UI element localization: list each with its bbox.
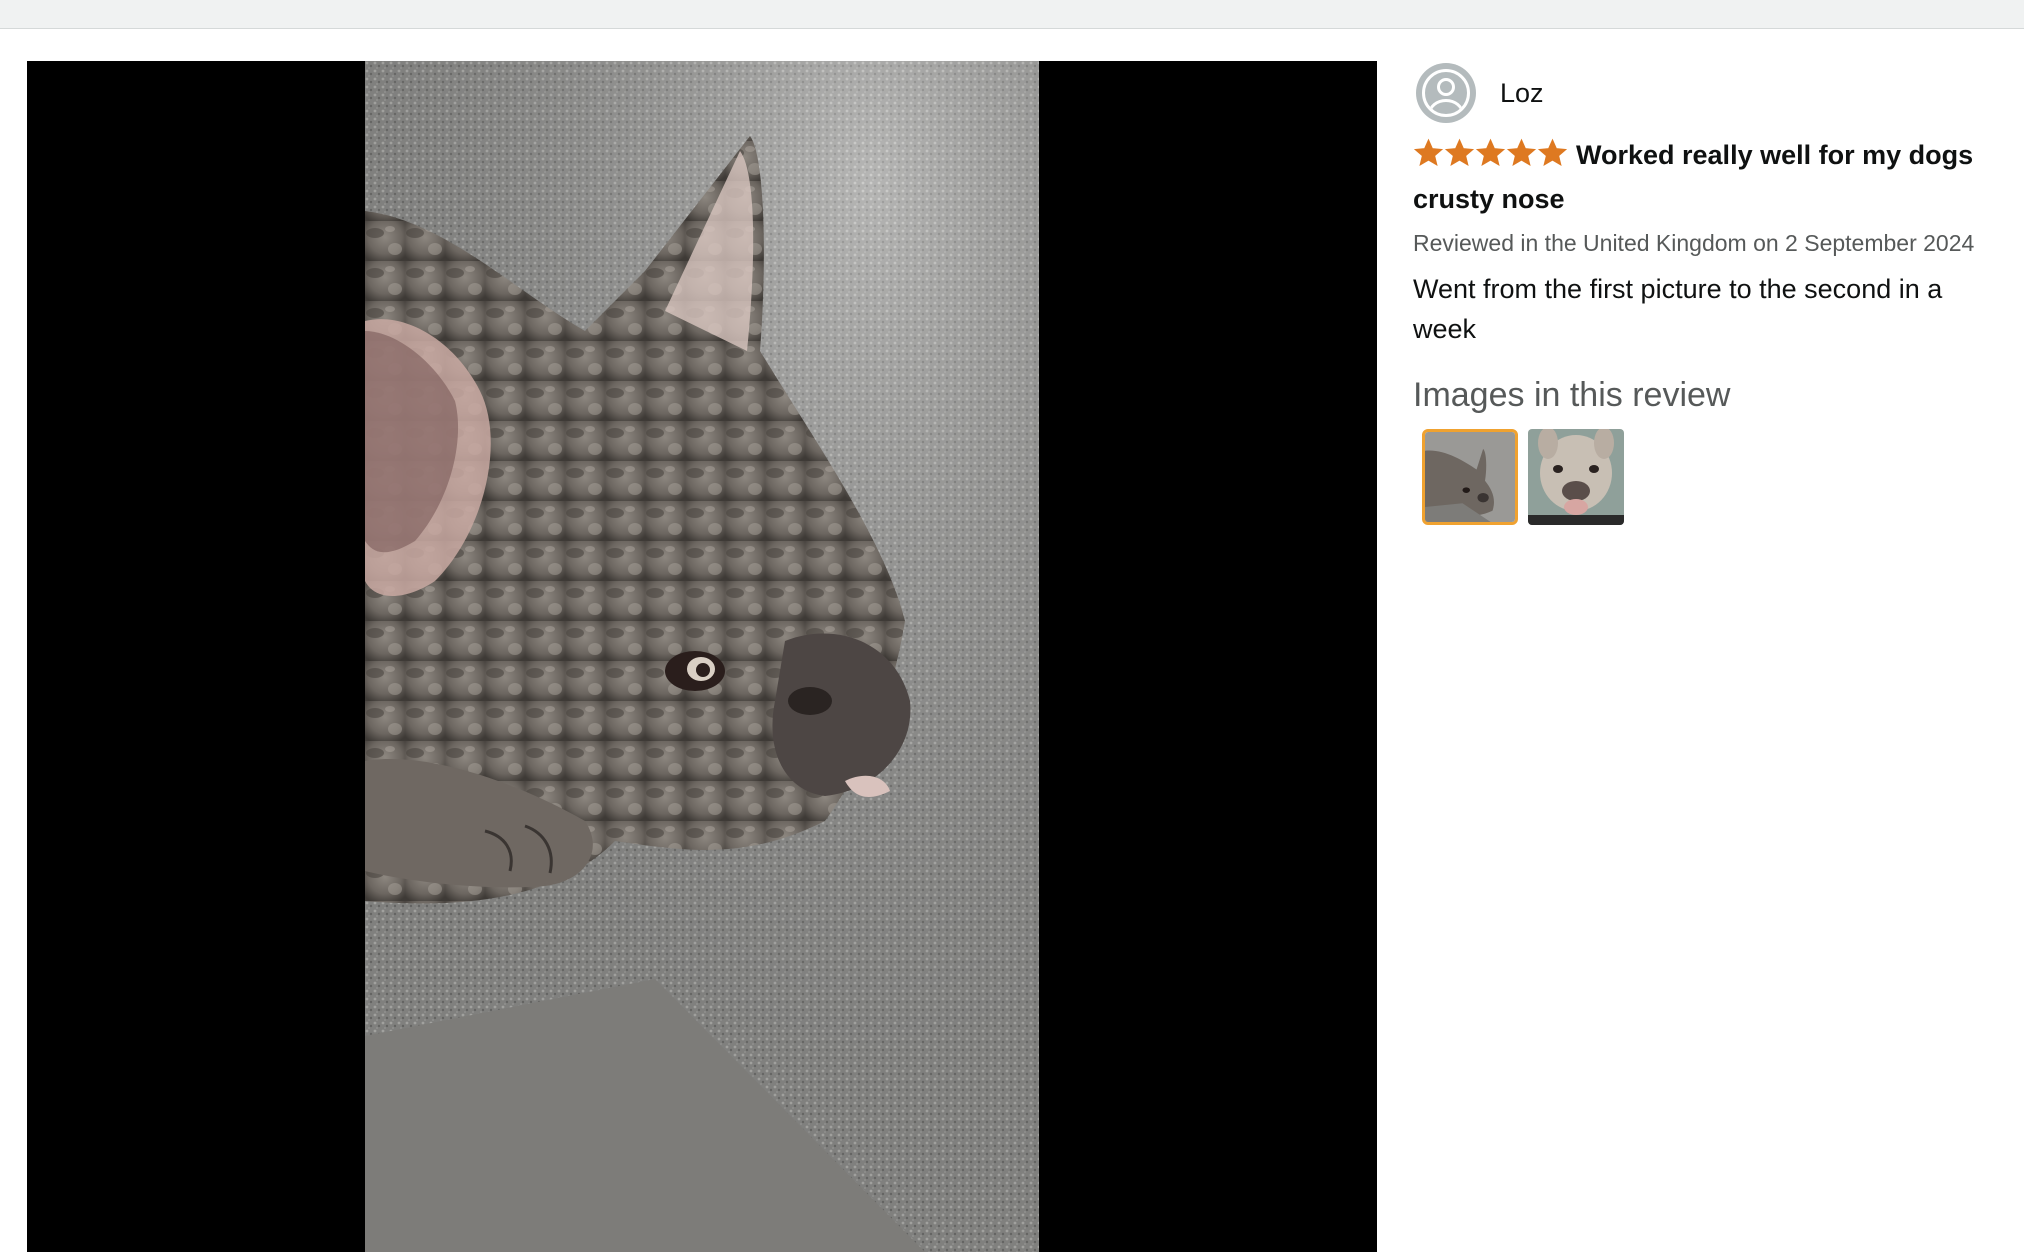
review-date: Reviewed in the United Kingdom on 2 Sept… — [1413, 230, 1975, 256]
review-photo-main — [365, 61, 1039, 1252]
image-viewer[interactable] — [27, 61, 1377, 1252]
review-sidebar: Loz Worked really well for my dogs crust… — [1413, 61, 2003, 525]
star-icon — [1537, 138, 1568, 167]
dog-photo-thumbnail-icon — [1425, 432, 1515, 522]
star-icon — [1506, 138, 1537, 167]
avatar-icon — [1416, 63, 1476, 123]
star-icon — [1444, 138, 1475, 167]
star-icon — [1413, 138, 1444, 167]
star-rating — [1413, 138, 1568, 179]
browser-top-bar — [0, 0, 2024, 29]
thumbnail-1[interactable] — [1422, 429, 1518, 525]
review-title-block: Worked really well for my dogs crusty no… — [1413, 135, 2003, 219]
reviewer-profile[interactable]: Loz — [1413, 61, 2003, 125]
dog-photo-thumbnail-icon — [1528, 429, 1624, 525]
review-body: Went from the first picture to the secon… — [1413, 274, 1943, 344]
images-section-heading: Images in this review — [1413, 376, 1731, 414]
star-icon — [1475, 138, 1506, 167]
reviewer-name[interactable]: Loz — [1500, 78, 1544, 109]
thumbnail-2[interactable] — [1528, 429, 1624, 525]
review-image-thumbnails — [1413, 429, 2003, 525]
